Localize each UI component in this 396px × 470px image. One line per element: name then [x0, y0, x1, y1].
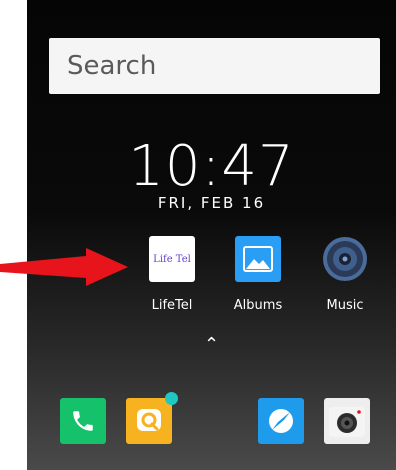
chevron-up-icon[interactable]: ⌃	[27, 334, 396, 355]
browser-icon[interactable]	[258, 398, 304, 444]
notification-badge	[165, 392, 178, 405]
app-label: Albums	[233, 298, 283, 313]
app-label: Music	[326, 298, 364, 313]
annotation-arrow-icon	[0, 248, 128, 286]
music-icon[interactable]	[322, 236, 368, 282]
chat-icon[interactable]	[126, 392, 178, 444]
app-albums[interactable]: Albums	[218, 236, 298, 313]
app-music[interactable]: Music	[305, 236, 385, 313]
app-label: LifeTel	[151, 298, 193, 313]
app-lifetel[interactable]: Life Tel LifeTel	[132, 236, 212, 313]
albums-icon[interactable]	[235, 236, 281, 282]
phone-icon[interactable]	[60, 398, 106, 444]
home-screen: Search 10:47 FRI, FEB 16 Life Tel LifeTe…	[27, 0, 396, 470]
lifetel-icon-text: Life Tel	[153, 253, 191, 265]
search-placeholder: Search	[67, 51, 157, 81]
camera-icon[interactable]	[324, 398, 370, 444]
search-bar[interactable]: Search	[49, 38, 380, 94]
lifetel-icon[interactable]: Life Tel	[149, 236, 195, 282]
clock-time[interactable]: 10:47	[27, 136, 396, 198]
clock-date: FRI, FEB 16	[157, 194, 266, 212]
